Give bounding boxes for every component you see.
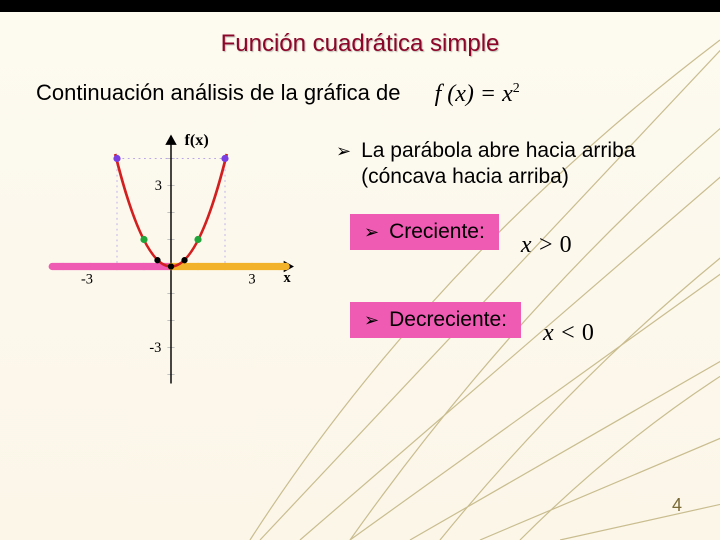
- bullet-arrow-icon: ➢: [364, 310, 379, 331]
- slide-content: Función cuadrática simple Continuación a…: [0, 0, 720, 390]
- parabola-graph: f(x) x 3 -3 3 -3: [36, 118, 336, 388]
- tick-x-3: 3: [248, 271, 255, 287]
- tick-y-neg3: -3: [149, 340, 161, 356]
- axis-label-y: f(x): [185, 131, 209, 149]
- formula-fx-equals-x2: f (x) = x2: [435, 81, 520, 108]
- concave-line1: La parábola abre hacia arriba: [361, 139, 635, 162]
- slide-title: Función cuadrática simple: [0, 30, 720, 58]
- bullet-arrow-icon: ➢: [336, 138, 351, 164]
- axis-label-x: x: [284, 269, 292, 285]
- creciente-label: Creciente:: [389, 220, 485, 244]
- subtitle-text: Continuación análisis de la gráfica de: [36, 80, 400, 105]
- concave-line2: (cóncava hacia arriba): [361, 165, 569, 188]
- equals-sign: =: [480, 81, 502, 107]
- tick-y-3: 3: [155, 178, 162, 194]
- bullet-arrow-icon: ➢: [364, 222, 379, 243]
- bullet-concave-up: ➢ La parábola abre hacia arriba (cóncava…: [336, 138, 692, 191]
- formula-lhs: f (x): [435, 81, 474, 107]
- creciente-box: ➢ Creciente:: [350, 214, 499, 250]
- decreciente-box: ➢ Decreciente:: [350, 302, 521, 338]
- formula-exponent: 2: [513, 81, 520, 96]
- inequality-decreciente: x < 0: [543, 320, 594, 347]
- slide-subtitle: Continuación análisis de la gráfica de f…: [36, 80, 720, 108]
- page-number: 4: [672, 495, 682, 516]
- tick-x-neg3: -3: [81, 271, 93, 287]
- decreciente-label: Decreciente:: [389, 308, 507, 332]
- inequality-creciente: x > 0: [521, 232, 572, 259]
- formula-rhs: x: [502, 81, 513, 107]
